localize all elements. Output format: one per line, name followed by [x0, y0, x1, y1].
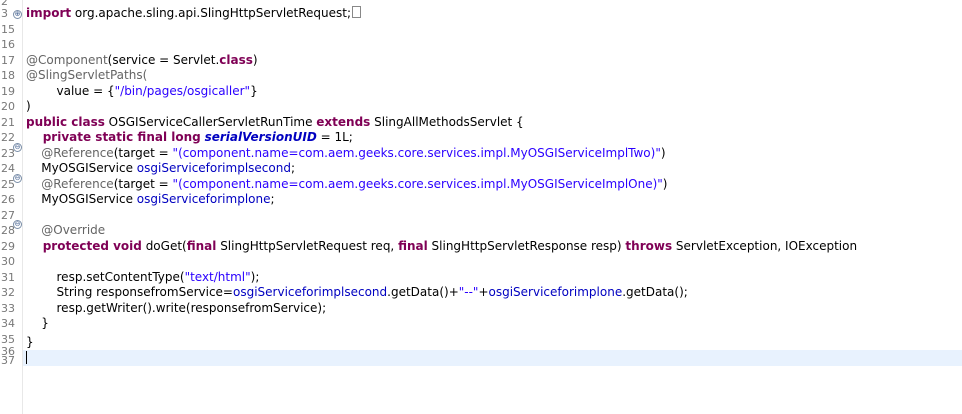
- fold-collapse-icon[interactable]: ⊖: [13, 174, 22, 183]
- line-number: 18: [1, 69, 15, 82]
- annotation: @Reference: [26, 177, 114, 191]
- code-text: OSGIServiceCallerServletRunTime: [104, 115, 317, 129]
- code-text: String responsefromService=: [26, 285, 233, 299]
- code-text: ): [662, 177, 668, 191]
- code-text: SlingAllMethodsServlet {: [370, 115, 524, 129]
- code-line[interactable]: @Override: [26, 223, 105, 239]
- line-number: 30: [1, 255, 15, 268]
- code-text: ): [660, 146, 666, 160]
- line-number: 33: [1, 302, 15, 315]
- keyword: protected void: [26, 239, 142, 253]
- code-line[interactable]: protected void doGet(final SlingHttpServ…: [26, 239, 857, 255]
- keyword: class: [219, 53, 253, 67]
- code-text: MyOSGIService: [26, 161, 137, 175]
- code-text: );: [250, 270, 260, 284]
- code-line[interactable]: @Reference(target = "(component.name=com…: [26, 177, 667, 193]
- code-text: ;: [290, 161, 295, 175]
- code-line[interactable]: public class OSGIServiceCallerServletRun…: [26, 115, 524, 131]
- line-number: 32: [1, 286, 15, 299]
- keyword: final: [186, 239, 217, 253]
- code-line[interactable]: resp.setContentType("text/html");: [26, 270, 260, 286]
- code-text: SlingHttpServletResponse resp): [427, 239, 626, 253]
- code-text: (target =: [113, 177, 173, 191]
- field: osgiServiceforimplsecond: [136, 161, 291, 175]
- code-text: (service = Servlet.: [107, 53, 220, 67]
- field: osgiServiceforimplsecond: [232, 285, 388, 299]
- field: osgiServiceforimplone: [488, 285, 623, 299]
- line-number: 16: [1, 38, 15, 51]
- code-text: }: [250, 84, 258, 98]
- string-literal: "/bin/pages/osgicaller": [114, 84, 251, 98]
- code-line[interactable]: @Component(service = Servlet.class): [26, 53, 258, 69]
- code-line[interactable]: private static final long serialVersionU…: [26, 130, 353, 146]
- code-text: value = {: [26, 84, 115, 98]
- fold-collapse-icon[interactable]: ⊖: [13, 220, 22, 229]
- line-number: 31: [1, 271, 15, 284]
- line-number: 17: [1, 54, 15, 67]
- code-line[interactable]: MyOSGIService osgiServiceforimplone;: [26, 192, 275, 208]
- code-text: org.apache.sling.api.SlingHttpServletReq…: [71, 6, 352, 20]
- code-text: ;: [270, 192, 275, 206]
- line-number: 15: [1, 23, 15, 36]
- keyword: private static final long: [26, 130, 201, 144]
- code-text: ): [252, 53, 258, 67]
- code-line[interactable]: MyOSGIService osgiServiceforimplsecond;: [26, 161, 295, 177]
- code-text: resp.setContentType(: [26, 270, 185, 284]
- text-cursor: [26, 351, 27, 364]
- current-line-highlight: [23, 350, 962, 366]
- code-text: SlingHttpServletRequest req,: [216, 239, 399, 253]
- code-line[interactable]: ): [26, 99, 31, 115]
- line-number: 21: [1, 116, 15, 129]
- code-text: MyOSGIService: [26, 192, 137, 206]
- field: osgiServiceforimplone: [136, 192, 271, 206]
- code-line[interactable]: }: [26, 316, 49, 332]
- keyword: extends: [316, 115, 371, 129]
- annotation: @Component: [26, 53, 108, 67]
- annotation: @Reference: [26, 146, 114, 160]
- code-line[interactable]: resp.getWriter().write(responsefromServi…: [26, 301, 327, 317]
- fold-expand-icon[interactable]: ⊕: [13, 10, 22, 19]
- code-text: ServletException, IOException: [672, 239, 858, 253]
- line-number-gutter: 2 3 15 16 17 18 19 20 21 22 23 24 25 26 …: [0, 0, 23, 414]
- string-literal: "(component.name=com.aem.geeks.core.serv…: [172, 146, 661, 160]
- folded-import-marker-icon[interactable]: [352, 6, 362, 18]
- line-number: 20: [1, 100, 15, 113]
- code-line[interactable]: value = {"/bin/pages/osgicaller"}: [26, 84, 258, 100]
- keyword: final: [398, 239, 428, 253]
- code-line[interactable]: @Reference(target = "(component.name=com…: [26, 146, 666, 162]
- code-text: doGet(: [141, 239, 187, 253]
- keyword: public class: [26, 115, 105, 129]
- keyword: throws: [625, 239, 673, 253]
- code-text: +: [478, 285, 489, 299]
- fold-collapse-icon[interactable]: ⊖: [13, 143, 22, 152]
- line-number: 19: [1, 85, 15, 98]
- string-literal: "(component.name=com.aem.geeks.core.serv…: [172, 177, 663, 191]
- line-number: 37: [1, 354, 15, 367]
- code-line[interactable]: import org.apache.sling.api.SlingHttpSer…: [26, 6, 362, 22]
- line-number: 26: [1, 193, 15, 206]
- keyword: import: [26, 6, 72, 20]
- static-field: serialVersionUID: [204, 130, 317, 144]
- line-number: 34: [1, 317, 15, 330]
- code-line[interactable]: String responsefromService=osgiServicefo…: [26, 285, 688, 301]
- line-number: 29: [1, 240, 15, 253]
- string-literal: "text/html": [184, 270, 251, 284]
- string-literal: "--": [458, 285, 479, 299]
- code-text: .getData()+: [387, 285, 459, 299]
- code-line[interactable]: }: [26, 335, 34, 351]
- code-text: .getData();: [622, 285, 688, 299]
- code-text: (target =: [113, 146, 173, 160]
- code-editor[interactable]: 2 3 15 16 17 18 19 20 21 22 23 24 25 26 …: [0, 0, 962, 414]
- code-text: = 1L;: [316, 130, 353, 144]
- code-line[interactable]: @SlingServletPaths(: [26, 68, 147, 84]
